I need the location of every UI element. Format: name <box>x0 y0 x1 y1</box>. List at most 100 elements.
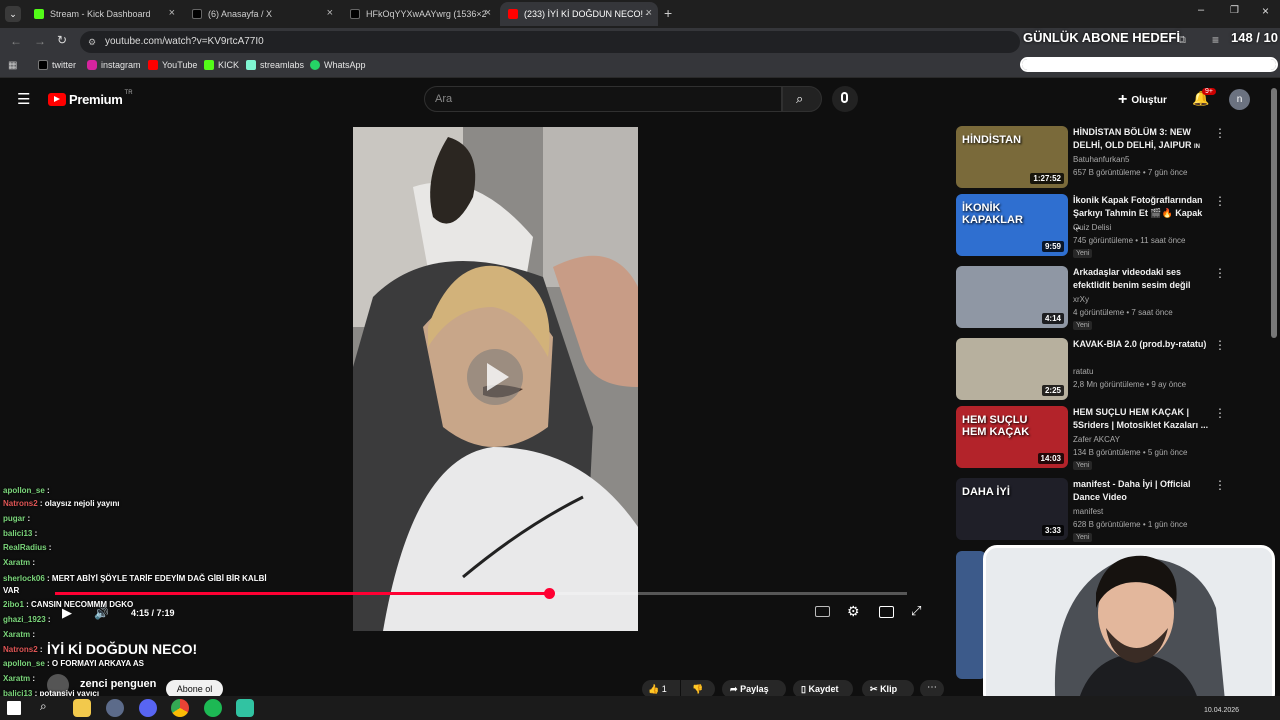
restore-icon[interactable]: ❐ <box>1230 5 1239 16</box>
tab-youtube[interactable]: (233) İYİ Kİ DOĞDUN NECO! - Y × <box>500 2 658 26</box>
bookmark-instagram[interactable]: instagram <box>87 60 141 70</box>
recommendation-item[interactable]: DAHA İYİ 3:33 manifest - Daha İyi | Offici… <box>956 478 1226 542</box>
recommendation-title[interactable]: Arkadaşlar videodaki ses efektlidit beni… <box>1073 266 1211 292</box>
recommendation-item[interactable]: İKONİK KAPAKLAR 9:59 İkonik Kapak Fotoğraf… <box>956 194 1226 258</box>
recommendation-item[interactable]: 2:25 KAVAK-BIA 2.0 (prod.by-ratatu) ratatu… <box>956 338 1226 402</box>
share-label: Paylaş <box>740 684 769 694</box>
new-badge: Yeni <box>1073 461 1093 470</box>
new-badge: Yeni <box>1073 533 1093 542</box>
recommendation-title[interactable]: KAVAK-BIA 2.0 (prod.by-ratatu) <box>1073 338 1211 351</box>
recommendation-channel[interactable]: xrXy <box>1073 295 1089 304</box>
chat-text: : <box>25 514 31 523</box>
recommendation-channel[interactable]: ratatu <box>1073 367 1093 376</box>
bookmark-kick[interactable]: KICK <box>204 60 239 70</box>
close-icon[interactable]: × <box>169 7 175 19</box>
more-options-icon[interactable]: ⋮ <box>1214 478 1226 492</box>
video-thumbnail[interactable]: DAHA İYİ 3:33 <box>956 478 1068 540</box>
chat-username: pugar <box>3 514 26 523</box>
reading-list-icon[interactable]: ≡ <box>1212 33 1219 47</box>
chat-text: : <box>37 645 43 654</box>
create-label: Oluştur <box>1131 94 1167 106</box>
video-thumbnail[interactable]: HEM SUÇLU HEM KAÇAK 14:03 <box>956 406 1068 468</box>
bookmark-youtube[interactable]: YouTube <box>148 60 197 70</box>
plus-icon: + <box>1118 91 1128 108</box>
close-icon[interactable]: × <box>485 7 491 19</box>
subtitles-icon[interactable] <box>815 606 830 617</box>
video-thumbnail[interactable]: İKONİK KAPAKLAR 9:59 <box>956 194 1068 256</box>
forward-icon[interactable]: → <box>34 34 46 48</box>
more-options-icon[interactable]: ⋮ <box>1214 266 1226 280</box>
video-thumbnail[interactable]: 2:25 <box>956 338 1068 400</box>
close-icon[interactable]: × <box>646 7 652 19</box>
recommendation-channel[interactable]: Zafer AKCAY <box>1073 435 1120 444</box>
apps-icon[interactable]: ▦ <box>8 60 17 71</box>
tab-list-button[interactable]: ⌄ <box>5 6 21 22</box>
recommendation-channel[interactable]: manifest <box>1073 507 1103 516</box>
recommendation-item[interactable]: HEM SUÇLU HEM KAÇAK 14:03 HEM SUÇLU HEM KA… <box>956 406 1226 470</box>
close-icon[interactable]: × <box>327 7 333 19</box>
page-scrollbar[interactable] <box>1271 88 1277 338</box>
site-info-icon[interactable]: ⚙ <box>88 31 96 53</box>
more-options-icon[interactable]: ⋮ <box>1214 406 1226 420</box>
windows-start-icon[interactable] <box>7 701 21 715</box>
miniplayer-icon[interactable] <box>879 606 894 618</box>
back-icon[interactable]: ← <box>10 34 22 48</box>
tab-kick-dashboard[interactable]: Stream - Kick Dashboard × <box>26 2 181 26</box>
notifications-button[interactable]: 🔔 9+ <box>1192 88 1216 110</box>
fullscreen-icon[interactable]: ⤢ <box>911 603 921 619</box>
discord-icon[interactable] <box>139 699 157 717</box>
minimize-icon[interactable]: – <box>1198 4 1204 16</box>
more-options-icon[interactable]: ⋮ <box>1214 338 1226 352</box>
notification-count: 9+ <box>1202 88 1216 95</box>
search-input[interactable]: Ara <box>424 86 782 112</box>
youtube-logo[interactable]: Premium TR <box>48 90 133 107</box>
recommendation-title[interactable]: manifest - Daha İyi | Official Dance Vid… <box>1073 478 1211 504</box>
spotify-icon[interactable] <box>204 699 222 717</box>
chat-username: Natrons2 <box>3 645 38 654</box>
title-badge: IN <box>1194 144 1201 150</box>
recommendation-item[interactable]: 4:14 Arkadaşlar videodaki ses efektlidit … <box>956 266 1226 330</box>
time-display: 4:15 / 7:19 <box>131 608 175 618</box>
taskbar-date: 10.04.2026 <box>1204 707 1240 714</box>
chat-username: Xaratm <box>3 630 31 639</box>
thumbnail-text: HİNDİSTAN <box>962 134 1022 146</box>
close-window-icon[interactable]: × <box>1262 4 1269 18</box>
tab-image[interactable]: HFkOqYYXwAAYwrg (1536×204 × <box>342 2 497 26</box>
chat-message: ghazi_1923 : <box>3 615 51 624</box>
recommendation-channel[interactable]: Batuhanfurkan5 <box>1073 155 1130 164</box>
new-badge: Yeni <box>1073 249 1093 258</box>
search-icon[interactable]: ⌕ <box>40 699 58 717</box>
new-tab-button[interactable]: + <box>664 5 672 21</box>
tab-x-home[interactable]: (6) Anasayfa / X × <box>184 2 339 26</box>
chat-text: : <box>44 486 50 495</box>
address-bar[interactable]: ⚙ youtube.com/watch?v=KV9rtcA77I0 <box>80 31 1020 53</box>
bookmark-whatsapp[interactable]: WhatsApp <box>310 60 366 70</box>
premium-label: Premium <box>69 92 123 107</box>
recommendation-channel[interactable]: Quiz Delisi <box>1073 223 1111 232</box>
bookmark-streamlabs[interactable]: streamlabs <box>246 60 304 70</box>
recommendation-title[interactable]: HİNDİSTAN BÖLÜM 3: NEW DELHİ, OLD DELHİ,… <box>1073 126 1211 154</box>
recommendation-item[interactable]: HİNDİSTAN 1:27:52 HİNDİSTAN BÖLÜM 3: NEW D… <box>956 126 1226 190</box>
create-button[interactable]: + Oluştur <box>1118 89 1167 111</box>
avatar[interactable]: n <box>1229 89 1250 110</box>
menu-icon[interactable]: ☰ <box>17 90 30 108</box>
chrome-icon[interactable] <box>171 699 189 717</box>
streamlabs-icon[interactable] <box>236 699 254 717</box>
more-options-icon[interactable]: ⋮ <box>1214 194 1226 208</box>
video-thumbnail[interactable]: 4:14 <box>956 266 1068 328</box>
more-options-icon[interactable]: ⋮ <box>1214 126 1226 140</box>
webcam-overlay <box>983 545 1275 708</box>
recommendation-title[interactable]: HEM SUÇLU HEM KAÇAK | 5Sriders | Motosik… <box>1073 406 1211 432</box>
search-button[interactable]: ⌕ <box>782 86 822 112</box>
bookmark-twitter[interactable]: twitter <box>38 60 76 70</box>
settings-icon[interactable]: ⚙ <box>847 603 860 620</box>
file-explorer-icon[interactable] <box>73 699 91 717</box>
video-thumbnail[interactable]: HİNDİSTAN 1:27:52 <box>956 126 1068 188</box>
app-icon[interactable] <box>106 699 124 717</box>
voice-search-button[interactable] <box>832 86 858 112</box>
reload-icon[interactable]: ↻ <box>57 33 67 47</box>
recommendation-thumbnail-partial[interactable] <box>956 551 986 679</box>
url-text: youtube.com/watch?v=KV9rtcA77I0 <box>105 36 264 47</box>
chat-username: Natrons2 <box>3 499 38 508</box>
video-player[interactable] <box>353 127 638 631</box>
